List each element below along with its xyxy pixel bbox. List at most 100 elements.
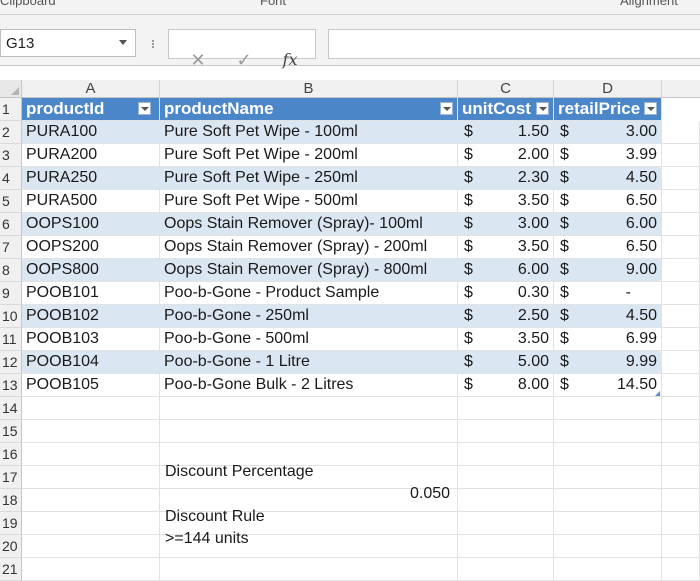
filter-dropdown-icon[interactable] [138, 102, 151, 115]
row-header-15[interactable]: 15 [0, 420, 22, 443]
header-unitcost[interactable]: unitCost [458, 98, 554, 121]
filter-dropdown-icon[interactable] [536, 102, 549, 115]
insert-function-icon[interactable]: fx [277, 47, 303, 73]
header-productid[interactable]: productId [22, 98, 160, 121]
row-header-8[interactable]: 8 [0, 259, 22, 282]
empty-cell[interactable] [554, 535, 662, 558]
empty-cell[interactable] [160, 558, 458, 581]
row-header-7[interactable]: 7 [0, 236, 22, 259]
empty-cell[interactable] [662, 512, 700, 535]
cell-productname[interactable]: Pure Soft Pet Wipe - 250ml [160, 167, 458, 190]
empty-cell[interactable] [554, 512, 662, 535]
empty-cell[interactable] [458, 535, 554, 558]
empty-cell[interactable] [662, 558, 700, 581]
select-all-button[interactable] [0, 80, 22, 98]
cell-retailprice[interactable]: $6.00 [554, 213, 662, 236]
row-header-2[interactable]: 2 [0, 121, 22, 144]
cell-unitcost[interactable]: $3.50 [458, 328, 554, 351]
empty-cell[interactable] [554, 443, 662, 466]
cell-productname[interactable]: Oops Stain Remover (Spray) - 800ml [160, 259, 458, 282]
cell-productname[interactable]: Pure Soft Pet Wipe - 200ml [160, 144, 458, 167]
column-header-e[interactable] [662, 80, 700, 98]
row-header-19[interactable]: 19 [0, 512, 22, 535]
cell-empty-e[interactable] [662, 121, 700, 144]
discount-percentage-label[interactable]: Discount Percentage [165, 463, 314, 481]
cell-productname[interactable]: Pure Soft Pet Wipe - 500ml [160, 190, 458, 213]
row-header-11[interactable]: 11 [0, 328, 22, 351]
cell-productid[interactable]: OOPS200 [22, 236, 160, 259]
cell-unitcost[interactable]: $8.00 [458, 374, 554, 397]
cell-productname[interactable]: Poo-b-Gone - 500ml [160, 328, 458, 351]
empty-cell[interactable] [22, 512, 160, 535]
table-resize-handle-icon[interactable] [655, 391, 660, 396]
cell-empty-e[interactable] [662, 374, 700, 397]
empty-cell[interactable] [554, 397, 662, 420]
cell-retailprice[interactable]: $9.00 [554, 259, 662, 282]
empty-cell[interactable] [458, 443, 554, 466]
row-header-18[interactable]: 18 [0, 489, 22, 512]
cell-productid[interactable]: POOB102 [22, 305, 160, 328]
row-header-6[interactable]: 6 [0, 213, 22, 236]
header-productname[interactable]: productName [160, 98, 458, 121]
row-header-1[interactable]: 1 [0, 98, 22, 121]
column-header-d[interactable]: D [554, 80, 662, 98]
cell-unitcost[interactable]: $3.50 [458, 236, 554, 259]
empty-cell[interactable] [662, 397, 700, 420]
column-header-a[interactable]: A [22, 80, 160, 98]
cell-productname[interactable]: Oops Stain Remover (Spray)- 100ml [160, 213, 458, 236]
cell-unitcost[interactable]: $0.30 [458, 282, 554, 305]
formula-input[interactable] [328, 29, 700, 59]
cell-unitcost[interactable]: $2.00 [458, 144, 554, 167]
row-header-17[interactable]: 17 [0, 466, 22, 489]
cell-retailprice[interactable]: $6.50 [554, 190, 662, 213]
row-header-21[interactable]: 21 [0, 558, 22, 581]
cell-empty-e[interactable] [662, 167, 700, 190]
discount-rule-label[interactable]: Discount Rule [165, 508, 265, 526]
cell-unitcost[interactable]: $5.00 [458, 351, 554, 374]
cell-productid[interactable]: PURA100 [22, 121, 160, 144]
empty-cell[interactable] [22, 420, 160, 443]
discount-rule-value[interactable]: >=144 units [165, 530, 249, 548]
drag-handle-icon[interactable] [150, 39, 156, 53]
empty-cell[interactable] [458, 420, 554, 443]
row-header-14[interactable]: 14 [0, 397, 22, 420]
empty-cell[interactable] [458, 489, 554, 512]
header-retailprice[interactable]: retailPrice [554, 98, 662, 121]
column-header-c[interactable]: C [458, 80, 554, 98]
cell-productid[interactable]: PURA250 [22, 167, 160, 190]
empty-cell[interactable] [22, 535, 160, 558]
empty-cell[interactable] [662, 489, 700, 512]
row-header-4[interactable]: 4 [0, 167, 22, 190]
cell-retailprice[interactable]: $3.99 [554, 144, 662, 167]
row-header-16[interactable]: 16 [0, 443, 22, 466]
empty-cell[interactable] [160, 420, 458, 443]
cell-retailprice[interactable]: $14.50 [554, 374, 662, 397]
cell-productname[interactable]: Poo-b-Gone - 1 Litre [160, 351, 458, 374]
row-header-3[interactable]: 3 [0, 144, 22, 167]
cell-retailprice[interactable]: $4.50 [554, 167, 662, 190]
cell-productid[interactable]: POOB103 [22, 328, 160, 351]
empty-cell[interactable] [662, 466, 700, 489]
empty-cell[interactable] [662, 535, 700, 558]
cell-productname[interactable]: Poo-b-Gone - Product Sample [160, 282, 458, 305]
enter-icon[interactable]: ✓ [231, 47, 257, 73]
cell-empty-e[interactable] [662, 305, 700, 328]
cell-empty-e[interactable] [662, 236, 700, 259]
cell-retailprice[interactable]: $9.99 [554, 351, 662, 374]
name-box[interactable]: G13 [0, 29, 136, 57]
cell-retailprice[interactable]: $3.00 [554, 121, 662, 144]
cell-empty-e[interactable] [662, 282, 700, 305]
filter-dropdown-icon[interactable] [644, 102, 657, 115]
cell-productid[interactable]: PURA500 [22, 190, 160, 213]
cell-productid[interactable]: POOB104 [22, 351, 160, 374]
cell-empty-e[interactable] [662, 328, 700, 351]
empty-cell[interactable] [22, 489, 160, 512]
cell-productname[interactable]: Poo-b-Gone Bulk - 2 Litres [160, 374, 458, 397]
cell-productid[interactable]: POOB105 [22, 374, 160, 397]
empty-cell[interactable] [458, 466, 554, 489]
cell-empty-e[interactable] [662, 144, 700, 167]
empty-cell[interactable] [22, 558, 160, 581]
empty-cell[interactable] [554, 420, 662, 443]
empty-cell[interactable] [662, 420, 700, 443]
row-header-13[interactable]: 13 [0, 374, 22, 397]
